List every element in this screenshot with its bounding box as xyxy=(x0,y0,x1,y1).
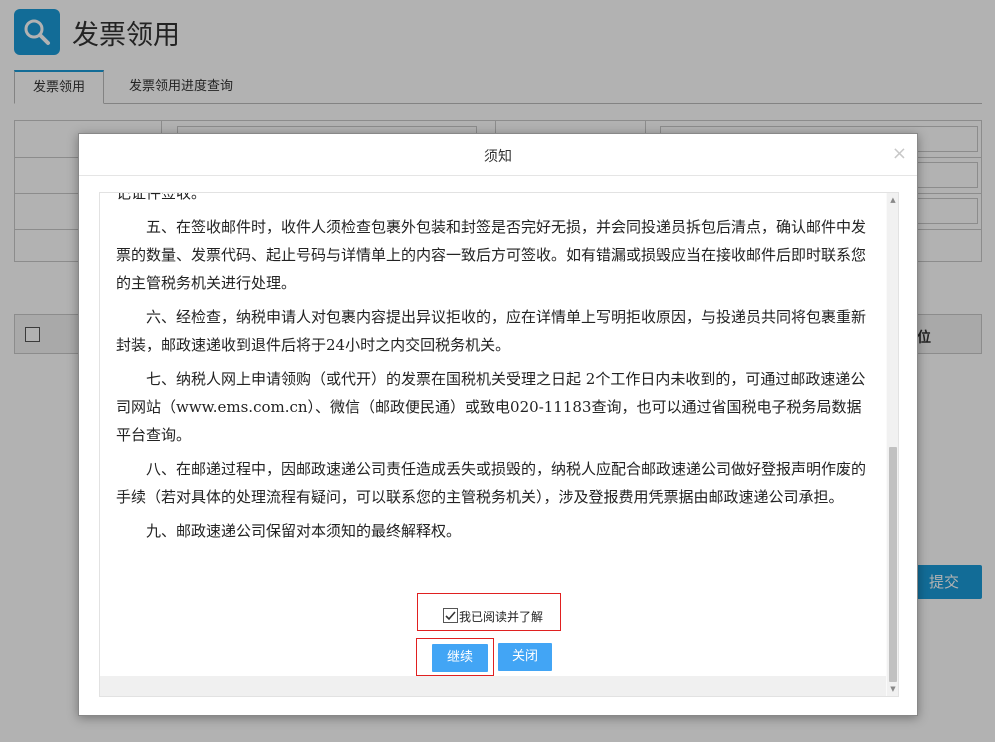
confirm-label: 我已阅读并了解 xyxy=(459,610,544,624)
vertical-scrollbar[interactable]: ▲ ▼ xyxy=(887,193,898,696)
scroll-up-icon[interactable]: ▲ xyxy=(887,195,898,205)
horizontal-scrollbar[interactable] xyxy=(100,676,886,696)
scroll-down-icon[interactable]: ▼ xyxy=(887,684,898,694)
notice-content: 记证件签收。 五、在签收邮件时，收件人须检查包裹外包装和封签是否完好无损，并会同… xyxy=(100,193,886,676)
notice-dialog: 须知 × 记证件签收。 五、在签收邮件时，收件人须检查包裹外包装和封签是否完好无… xyxy=(78,133,918,716)
confirm-checkbox[interactable] xyxy=(443,608,458,623)
close-button[interactable]: 关闭 xyxy=(498,643,552,671)
scrollbar-thumb[interactable] xyxy=(889,447,897,682)
continue-highlight: 继续 xyxy=(416,638,494,676)
close-icon[interactable]: × xyxy=(892,145,907,163)
notice-paragraph: 八、在邮递过程中，因邮政速递公司责任造成丢失或损毁的，纳税人应配合邮政速递公司做… xyxy=(116,460,867,506)
confirm-highlight: 我已阅读并了解 xyxy=(417,593,561,631)
notice-paragraph: 七、纳税人网上申请领购（或代开）的发票在国税机关受理之日起 2个工作日内未收到的… xyxy=(116,370,866,444)
notice-paragraph: 九、邮政速递公司保留对本须知的最终解释权。 xyxy=(146,522,462,540)
checkbox-checked-icon xyxy=(445,611,456,621)
notice-frame: 记证件签收。 五、在签收邮件时，收件人须检查包裹外包装和封签是否完好无损，并会同… xyxy=(99,192,899,697)
dialog-header: 须知 × xyxy=(79,134,917,176)
notice-paragraph: 记证件签收。 xyxy=(116,193,207,202)
notice-paragraph: 六、经检查，纳税申请人对包裹内容提出异议拒收的，应在详情单上写明拒收原因，与投递… xyxy=(116,308,867,354)
continue-button[interactable]: 继续 xyxy=(432,644,488,672)
notice-text: 记证件签收。 五、在签收邮件时，收件人须检查包裹外包装和封签是否完好无损，并会同… xyxy=(116,193,876,551)
dialog-title: 须知 xyxy=(484,149,512,165)
notice-paragraph: 五、在签收邮件时，收件人须检查包裹外包装和封签是否完好无损，并会同投递员拆包后清… xyxy=(116,218,867,292)
